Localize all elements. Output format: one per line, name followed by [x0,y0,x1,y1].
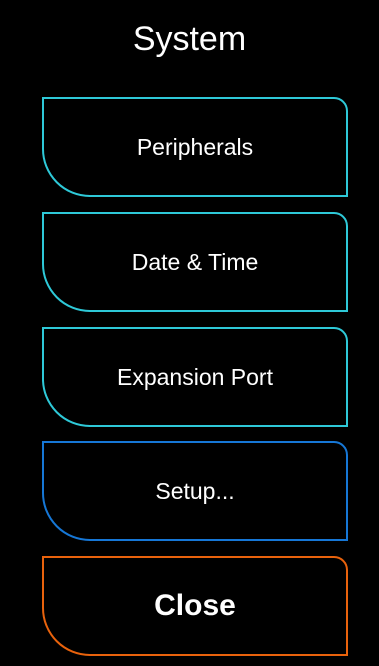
date-time-button[interactable]: Date & Time [42,212,348,312]
page-title: System [132,20,247,58]
close-button-label: Close [154,589,236,622]
date-time-button-label: Date & Time [131,248,259,275]
expansion-port-button[interactable]: Expansion Port [42,327,348,427]
peripherals-button[interactable]: Peripherals [42,97,348,197]
close-button[interactable]: Close [42,556,348,656]
setup-button-label: Setup... [155,477,235,504]
setup-button[interactable]: Setup... [42,441,348,541]
peripherals-button-label: Peripherals [136,133,254,160]
expansion-port-button-label: Expansion Port [117,363,273,390]
